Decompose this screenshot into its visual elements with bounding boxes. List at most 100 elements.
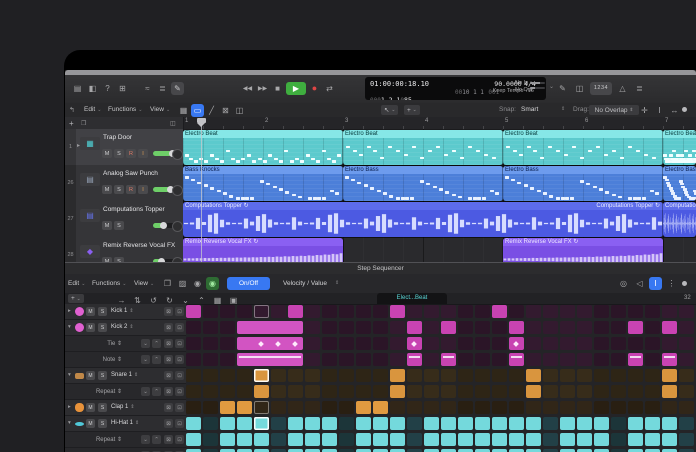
step-cell[interactable]	[441, 385, 456, 398]
row-option-a-icon[interactable]: ⊠	[164, 371, 173, 380]
step-cell[interactable]	[662, 433, 677, 446]
step-cell[interactable]	[509, 433, 524, 446]
step-cell[interactable]	[271, 401, 286, 414]
step-cell[interactable]	[288, 385, 303, 398]
step-cell[interactable]	[611, 385, 626, 398]
step-cell[interactable]	[441, 321, 456, 334]
subrow-decrement-icon[interactable]: ⌄	[141, 387, 150, 396]
step-cell[interactable]	[594, 433, 609, 446]
snap-stepper-icon[interactable]: ⇕	[561, 106, 565, 112]
step-cell[interactable]	[305, 337, 320, 350]
step-editor-icon[interactable]: ◫	[233, 104, 246, 117]
step-cell[interactable]	[220, 337, 235, 350]
step-cell[interactable]	[594, 337, 609, 350]
step-cell[interactable]	[594, 417, 609, 430]
step-cell[interactable]	[220, 369, 235, 382]
step-cell[interactable]	[203, 353, 218, 366]
step-cell[interactable]	[492, 417, 507, 430]
step-cell[interactable]	[679, 321, 694, 334]
step-cell[interactable]	[475, 321, 490, 334]
step-cell[interactable]	[237, 433, 252, 446]
editors-window-icon[interactable]: ⊞	[116, 82, 129, 95]
step-cell[interactable]	[339, 369, 354, 382]
step-cell[interactable]	[254, 401, 269, 414]
track-header-row[interactable]: 1▸▦Trap DoorMSRI	[65, 129, 183, 166]
more-dots-icon[interactable]: ⋮	[665, 277, 678, 290]
step-cell[interactable]	[339, 321, 354, 334]
track-r-button[interactable]: R	[126, 185, 136, 194]
step-cell[interactable]	[611, 401, 626, 414]
step-cell[interactable]	[458, 401, 473, 414]
link-icon[interactable]: ↔	[668, 104, 681, 117]
step-cell[interactable]	[305, 305, 320, 318]
row-name[interactable]: Kick 1⇕	[111, 308, 134, 314]
row-disclosure-icon[interactable]: ▾	[68, 420, 71, 426]
step-cell[interactable]	[441, 305, 456, 318]
cycle-button[interactable]: ⇄	[323, 82, 336, 95]
row-mute-button[interactable]: M	[86, 371, 95, 380]
step-cell[interactable]	[458, 321, 473, 334]
step-cell[interactable]	[390, 433, 405, 446]
quick-help-icon[interactable]: ?	[101, 82, 114, 95]
row-stepper-icon[interactable]: ⇕	[129, 308, 133, 314]
row-disclosure-icon[interactable]: ▸	[68, 308, 71, 314]
step-cell[interactable]	[526, 385, 541, 398]
region[interactable]: Remix Reverse Vocal FX ↻	[503, 238, 663, 263]
step-cell[interactable]	[424, 369, 439, 382]
step-cell[interactable]	[339, 353, 354, 366]
row-stepper-icon[interactable]: ⇕	[134, 372, 138, 378]
step-cell[interactable]	[271, 417, 286, 430]
step-cell[interactable]	[407, 417, 422, 430]
step-cell[interactable]	[305, 369, 320, 382]
step-cell[interactable]	[628, 353, 643, 366]
step-cell[interactable]	[577, 401, 592, 414]
step-cell[interactable]	[475, 433, 490, 446]
row-name[interactable]: Kick 2⇕	[111, 324, 134, 330]
step-cell[interactable]	[424, 337, 439, 350]
step-cell[interactable]	[322, 401, 337, 414]
catch-playhead-icon[interactable]: ✛	[638, 104, 651, 117]
step-cell[interactable]	[424, 433, 439, 446]
step-cell[interactable]	[611, 337, 626, 350]
step-cell[interactable]	[373, 401, 388, 414]
step-cell[interactable]	[645, 353, 660, 366]
step-tie-bar[interactable]	[237, 321, 303, 334]
step-cell[interactable]	[543, 401, 558, 414]
step-cell[interactable]	[186, 401, 201, 414]
step-cell[interactable]	[645, 433, 660, 446]
step-cell[interactable]	[509, 417, 524, 430]
step-cell[interactable]	[271, 433, 286, 446]
row-name[interactable]: Clap 1⇕	[111, 404, 135, 410]
step-cell[interactable]	[475, 417, 490, 430]
step-cell[interactable]	[594, 305, 609, 318]
step-cell[interactable]	[220, 433, 235, 446]
step-cell[interactable]	[390, 337, 405, 350]
step-cell[interactable]	[594, 321, 609, 334]
rewind-button[interactable]: ◀◀	[241, 82, 254, 95]
step-cell[interactable]	[611, 353, 626, 366]
row-name[interactable]: Snare 1⇕	[111, 372, 138, 378]
track-name[interactable]: Computations Topper	[103, 206, 165, 213]
record-button[interactable]: ●	[308, 82, 321, 95]
step-cell[interactable]	[356, 433, 371, 446]
track-name[interactable]: Analog Saw Punch	[103, 170, 158, 177]
step-cell[interactable]	[560, 401, 575, 414]
preview-speaker-icon[interactable]: ◁	[633, 277, 646, 290]
step-cell[interactable]	[237, 401, 252, 414]
duplicate-track-icon[interactable]: ❐	[81, 120, 86, 127]
step-cell[interactable]	[305, 417, 320, 430]
step-cell[interactable]	[322, 353, 337, 366]
step-cell[interactable]	[254, 369, 269, 382]
track-r-button[interactable]: R	[126, 149, 136, 158]
step-cell[interactable]	[577, 417, 592, 430]
step-cell[interactable]	[441, 337, 456, 350]
step-cell[interactable]	[492, 305, 507, 318]
step-cell[interactable]	[543, 385, 558, 398]
track-m-button[interactable]: M	[102, 185, 112, 194]
step-cell[interactable]	[594, 369, 609, 382]
row-stepper-icon[interactable]: ⇕	[129, 324, 133, 330]
row-option-b-icon[interactable]: ⊡	[175, 403, 184, 412]
step-cell[interactable]	[356, 401, 371, 414]
step-cell[interactable]	[628, 321, 643, 334]
step-cell[interactable]	[441, 401, 456, 414]
